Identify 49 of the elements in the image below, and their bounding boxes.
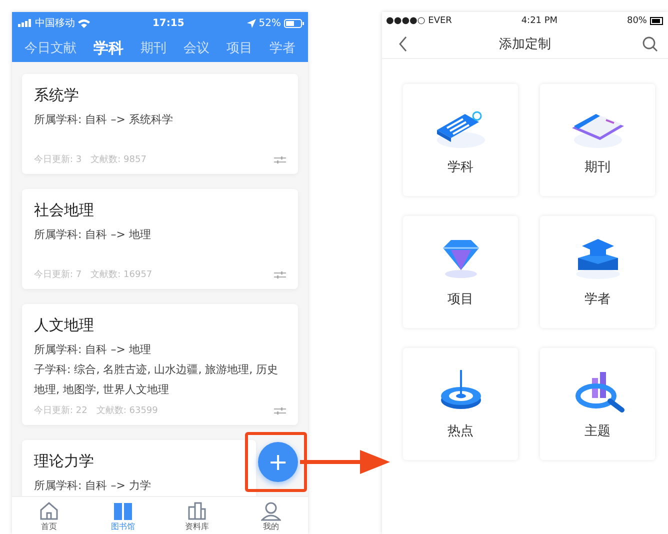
subject-path: 所属学科: 自科 –> 力学: [34, 478, 151, 494]
signal-icon: [18, 19, 32, 27]
subject-card[interactable]: 人文地理 所属学科: 自科 –> 地理 子学科: 综合, 名胜古迹, 山水边疆, 旅游地理, 历史地理, 地图学, 世界人文地理 今日更新: 22 文献数: 63599: [22, 304, 298, 425]
option-card[interactable]: 学科: [403, 84, 518, 196]
battery-icon: [284, 18, 304, 28]
sliders-icon[interactable]: [274, 406, 286, 414]
carrier-name: 中国移动: [35, 16, 75, 30]
sliders-icon[interactable]: [274, 270, 286, 278]
document-count: 文献数: 63599: [96, 404, 158, 417]
page-title: 添加定制: [499, 36, 551, 53]
update-count: 今日更新: 22: [34, 404, 88, 417]
subject-path: 所属学科: 自科 –> 地理: [34, 342, 151, 358]
nav-tab[interactable]: 资料库: [172, 497, 222, 534]
card-title: 社会地理: [34, 201, 94, 220]
option-card[interactable]: 学者: [540, 216, 655, 328]
subject-card[interactable]: 理论力学 所属学科: 自科 –> 力学: [22, 440, 256, 496]
status-time: 17:15: [152, 18, 184, 28]
document-count: 文献数: 9857: [90, 154, 146, 166]
subject-card[interactable]: 社会地理 所属学科: 自科 –> 地理 今日更新: 7 文献数: 16957: [22, 189, 298, 289]
carrier-name: ●●●●○ EVER: [386, 16, 452, 26]
document-count: 文献数: 16957: [90, 268, 152, 281]
person-icon: [261, 501, 281, 521]
option-card[interactable]: 热点: [403, 348, 518, 460]
option-card[interactable]: 主题: [540, 348, 655, 460]
wifi-icon: [78, 18, 90, 28]
back-icon[interactable]: [398, 36, 408, 52]
update-count: 今日更新: 3: [34, 154, 82, 166]
battery-percent: 52%: [258, 18, 281, 28]
battery-percent: 80%: [626, 16, 647, 26]
option-card[interactable]: 项目: [403, 216, 518, 328]
sliders-icon[interactable]: [274, 156, 286, 164]
card-title: 系统学: [34, 86, 79, 105]
battery-icon: [650, 17, 664, 25]
subject-path: 所属学科: 自科 –> 系统科学: [34, 112, 173, 128]
nav-tab[interactable]: 我的: [246, 497, 296, 534]
subject-card[interactable]: 系统学 所属学科: 自科 –> 系统科学 今日更新: 3 文献数: 9857: [22, 74, 298, 174]
option-card[interactable]: 期刊: [540, 84, 655, 196]
book-icon: [113, 501, 133, 521]
subfield-list: 子学科: 综合, 名胜古迹, 山水边疆, 旅游地理, 历史地理, 地图学, 世界人文地理: [34, 360, 286, 400]
card-title: 人文地理: [34, 316, 94, 335]
subject-path: 所属学科: 自科 –> 地理: [34, 227, 151, 243]
status-time: 4:21 PM: [521, 16, 558, 26]
card-title: 理论力学: [34, 452, 94, 471]
home-icon: [39, 501, 59, 521]
location-icon: [246, 18, 256, 28]
building-icon: [187, 501, 207, 521]
nav-tab[interactable]: 首页: [24, 497, 74, 534]
update-count: 今日更新: 7: [34, 268, 82, 281]
search-icon[interactable]: [642, 36, 658, 52]
